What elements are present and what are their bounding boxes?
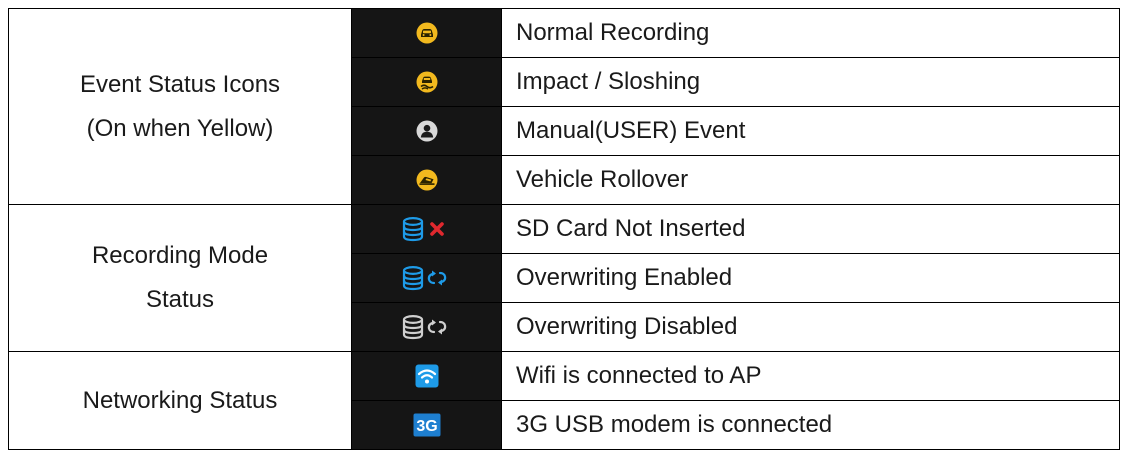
table-row: Networking Status Wifi is connected to A… bbox=[8, 351, 1120, 450]
3g-icon-label: 3G bbox=[416, 418, 437, 435]
icon-cell bbox=[351, 8, 502, 58]
category-recording-mode: Recording Mode Status bbox=[8, 204, 352, 352]
description-cell: Wifi is connected to AP bbox=[501, 351, 1120, 401]
description-cell: Impact / Sloshing bbox=[501, 57, 1120, 107]
category-label-line: (On when Yellow) bbox=[86, 114, 274, 142]
category-networking-status: Networking Status bbox=[8, 351, 352, 450]
icon-cell bbox=[351, 106, 502, 156]
rollover-event-icon bbox=[416, 169, 437, 191]
description-cell: Normal Recording bbox=[501, 8, 1120, 58]
status-icon-legend-table: Event Status Icons (On when Yellow) Norm… bbox=[8, 8, 1120, 450]
category-label-line: Status bbox=[145, 286, 215, 313]
description-cell: Overwriting Enabled bbox=[501, 253, 1120, 303]
icon-cell bbox=[351, 57, 502, 107]
table-row: Event Status Icons (On when Yellow) Norm… bbox=[8, 8, 1120, 205]
description-cell: Vehicle Rollover bbox=[501, 155, 1120, 205]
description-cell: Manual(USER) Event bbox=[501, 106, 1120, 156]
impact-event-icon bbox=[416, 71, 437, 93]
icon-cell bbox=[351, 253, 502, 303]
wifi-icon bbox=[415, 364, 438, 388]
icon-cell bbox=[351, 351, 502, 401]
icon-cell bbox=[351, 155, 502, 205]
icon-cell: 3G bbox=[351, 400, 502, 450]
category-label-line: Recording Mode bbox=[91, 242, 269, 269]
sd-card-not-inserted-icon bbox=[402, 217, 444, 242]
category-label-line: Networking Status bbox=[82, 386, 278, 414]
3g-modem-icon: 3G bbox=[413, 413, 440, 437]
category-event-status: Event Status Icons (On when Yellow) bbox=[8, 8, 352, 205]
overwrite-disabled-icon bbox=[402, 315, 446, 340]
category-label-line: Event Status Icons bbox=[79, 70, 281, 98]
car-event-icon bbox=[416, 22, 437, 44]
description-cell: 3G USB modem is connected bbox=[501, 400, 1120, 450]
user-event-icon bbox=[416, 120, 437, 142]
description-cell: Overwriting Disabled bbox=[501, 302, 1120, 352]
icon-cell bbox=[351, 302, 502, 352]
table-row: Recording Mode Status SD Card Not Insert… bbox=[8, 204, 1120, 352]
description-cell: SD Card Not Inserted bbox=[501, 204, 1120, 254]
icon-cell bbox=[351, 204, 502, 254]
overwrite-enabled-icon bbox=[402, 266, 446, 291]
